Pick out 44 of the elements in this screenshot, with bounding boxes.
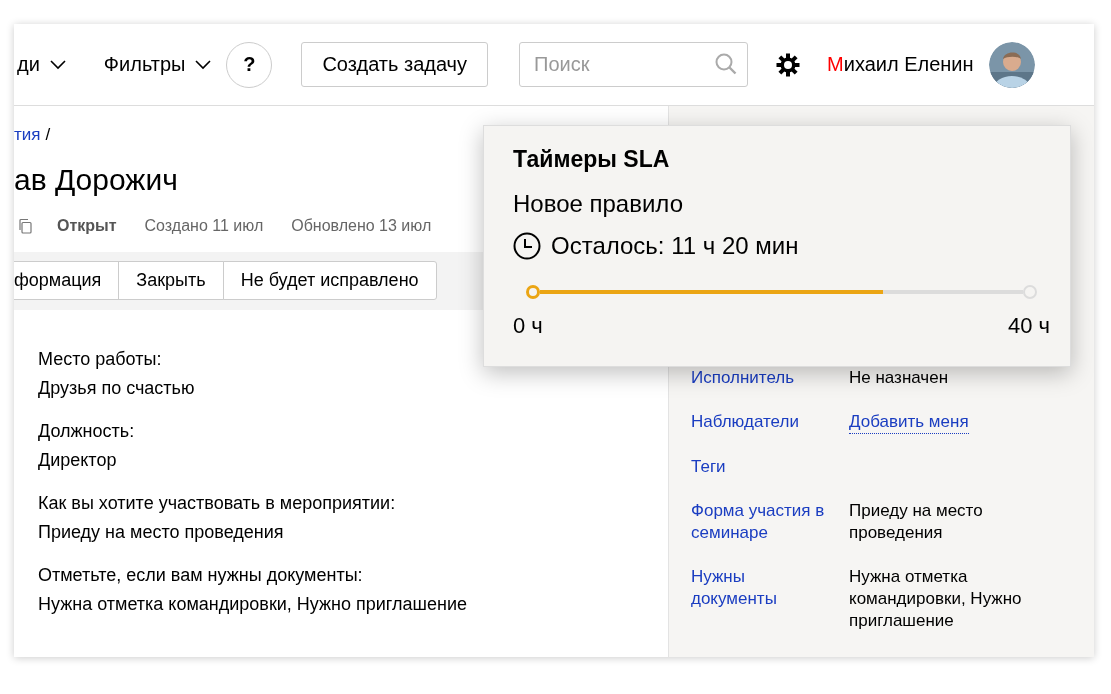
field-name-link[interactable]: Форма участия в семинаре	[691, 500, 831, 544]
chevron-down-icon	[195, 59, 212, 70]
start-marker	[526, 285, 540, 299]
search-field[interactable]: Поиск	[519, 42, 749, 87]
field-value: Нужна отметка командировки, Нужно приглашение	[38, 593, 468, 616]
add-me-link[interactable]: Добавить меня	[849, 411, 969, 434]
field-label: Как вы хотите участвовать в мероприятии:	[38, 492, 397, 515]
action-button[interactable]: формация	[14, 261, 120, 300]
field-label: Отметьте, если вам нужны документы:	[38, 564, 364, 587]
create-task-button[interactable]: Создать задачу	[301, 42, 489, 87]
status-label: Открыт	[57, 217, 117, 235]
action-button[interactable]: Закрыть	[118, 261, 224, 300]
field-name-link[interactable]: Нужны документы	[691, 566, 831, 632]
issue-title: ав Дорожич	[14, 163, 179, 197]
updated-date: Обновлено 13 июл	[291, 217, 432, 235]
created-date: Создано 11 июл	[144, 217, 264, 235]
field-label: Место работы:	[38, 348, 163, 371]
action-button[interactable]: Не будет исправлено	[222, 261, 437, 300]
field-name-link[interactable]: Теги	[691, 456, 831, 478]
rule-name: Новое правило	[513, 190, 684, 218]
field-value: Приеду на место проведения	[38, 521, 285, 544]
field-value: Не назначен	[849, 367, 950, 389]
remaining-time: Осталось: 11 ч 20 мин	[551, 232, 799, 260]
field-value: Нужна отметка командировки, Нужно приглашение	[849, 566, 1023, 632]
field-label: Должность:	[38, 420, 136, 443]
chevron-down-icon	[49, 59, 66, 70]
nav-dropdown[interactable]: ди	[17, 53, 66, 76]
breadcrumb-link[interactable]: тия	[14, 125, 41, 145]
min-label: 0 ч	[513, 313, 543, 339]
settings-icon[interactable]	[776, 52, 801, 77]
field-name-link[interactable]: Наблюдатели	[691, 411, 831, 434]
nav-dropdown[interactable]: Фильтры	[103, 53, 212, 76]
max-label: 40 ч	[1007, 313, 1050, 339]
help-button[interactable]: ?	[226, 41, 273, 88]
user-name[interactable]: Михаил Еленин	[827, 53, 974, 76]
copy-icon[interactable]	[17, 218, 33, 234]
clock-icon	[513, 232, 541, 260]
breadcrumb-separator: /	[45, 125, 51, 145]
field-value: Друзья по счастью	[38, 377, 196, 400]
popup-title: Таймеры SLA	[513, 146, 671, 173]
field-value: Приеду на место проведения	[849, 500, 984, 544]
search-icon	[714, 52, 739, 76]
field-value: Директор	[38, 449, 118, 472]
field-name-link[interactable]: Исполнитель	[691, 367, 831, 389]
